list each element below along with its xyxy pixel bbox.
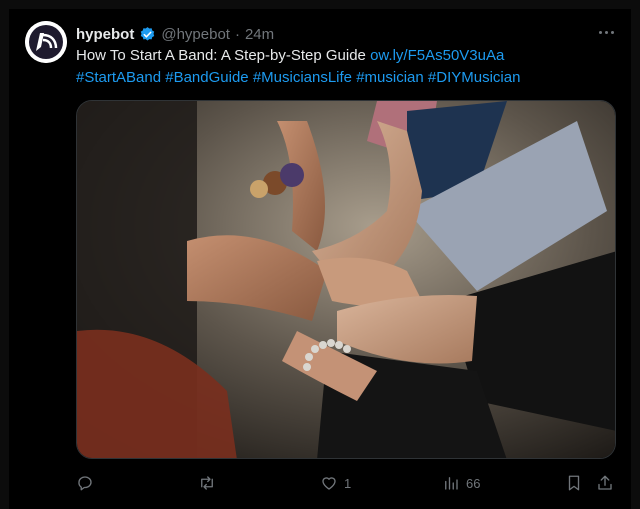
hashtag-musicians-life[interactable]: #MusiciansLife [253,69,352,86]
share-button[interactable] [596,472,614,494]
retweet-icon [201,476,213,490]
tweet-link[interactable]: ow.ly/F5As50V3uAa [370,47,504,64]
hashtag-start-a-band[interactable]: #StartABand [76,69,161,86]
separator-dot: · [234,25,240,43]
hypebot-logo-icon [25,21,67,63]
hashtag-diy-musician[interactable]: #DIYMusician [428,69,521,86]
tweet-text-main: How To Start A Band: A Step-by-Step Guid… [76,47,371,64]
tweet-image[interactable] [76,100,616,459]
views-chart-icon [445,477,458,490]
bookmark-icon [568,475,580,491]
hashtag-musician[interactable]: #musician [356,69,424,86]
tweet-text: How To Start A Band: A Step-by-Step Guid… [76,45,596,89]
reply-button[interactable] [76,472,100,494]
heart-icon [322,477,336,490]
bookmark-button[interactable] [565,472,583,494]
share-icon [598,475,612,490]
stacked-hands-photo [77,101,615,458]
views-button[interactable]: 66 [442,472,480,494]
hashtag-band-guide[interactable]: #BandGuide [165,69,248,86]
avatar[interactable] [25,21,67,63]
like-count: 1 [344,475,352,491]
retweet-button[interactable] [198,472,222,494]
more-options-icon[interactable] [596,24,616,40]
action-bar: 1 66 [76,472,616,494]
like-button[interactable]: 1 [320,472,351,494]
verified-badge-icon [141,26,155,41]
handle[interactable]: @hypebot [161,26,230,43]
display-name[interactable]: hypebot [76,26,134,43]
reply-icon [78,476,92,491]
tweet-header: hypebot @hypebot · 24m [76,24,274,44]
views-count: 66 [466,475,481,491]
timestamp[interactable]: 24m [245,26,274,43]
